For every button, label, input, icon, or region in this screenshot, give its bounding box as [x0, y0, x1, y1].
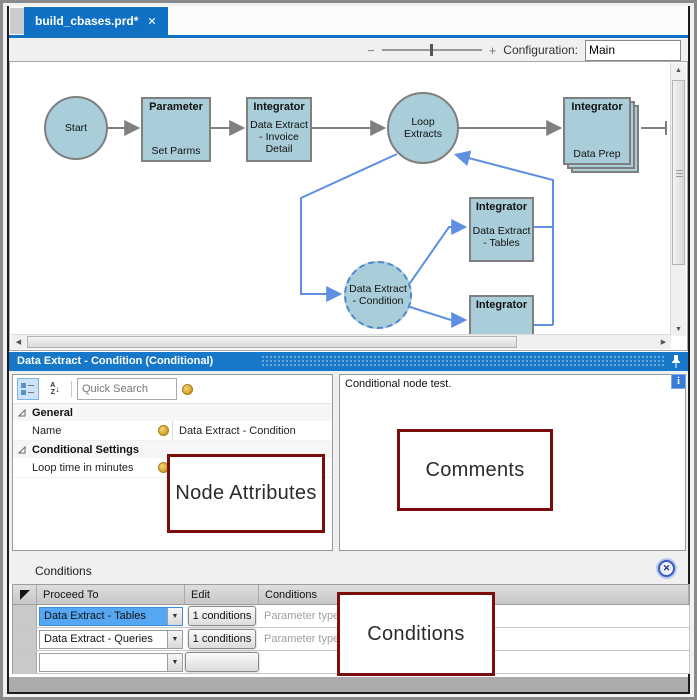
conditions-section-title: Conditions: [35, 564, 92, 578]
callout-label: Node Attributes: [175, 482, 316, 505]
select-all-triangle-icon: [19, 589, 31, 601]
chevron-down-icon[interactable]: ▼: [167, 608, 182, 625]
node-set-parms[interactable]: Parameter Set Parms: [141, 97, 211, 162]
node-label: [471, 311, 532, 335]
node-label: Data Extract - Tables: [471, 213, 532, 260]
quick-search-input[interactable]: [77, 378, 177, 400]
configuration-input[interactable]: [585, 40, 681, 61]
conditions-panel-filler: [9, 677, 688, 692]
zoom-slider[interactable]: [382, 49, 482, 51]
property-label: Loop time in minutes: [13, 462, 154, 474]
vertical-scroll-thumb[interactable]: [672, 80, 685, 265]
property-label: Name: [13, 425, 154, 437]
diagram-canvas: Start Parameter Set Parms Integrator Dat…: [9, 61, 688, 351]
scroll-down-icon[interactable]: ▼: [671, 322, 686, 336]
tab-strip-spacer: [10, 8, 24, 34]
node-type-label: Integrator: [471, 297, 532, 311]
node-loop-extracts[interactable]: Loop Extracts: [387, 92, 459, 164]
node-label: Set Parms: [143, 145, 209, 160]
collapse-triangle-icon: [18, 409, 26, 417]
category-label: Conditional Settings: [32, 444, 139, 456]
edit-conditions-button[interactable]: 1 conditions: [188, 606, 256, 626]
row-selector[interactable]: [13, 628, 37, 650]
horizontal-scroll-thumb[interactable]: [27, 336, 517, 348]
comments-callout: Comments: [397, 429, 553, 511]
canvas-vertical-scrollbar[interactable]: ▲ ▼: [670, 63, 686, 336]
row-selector-header[interactable]: [13, 585, 37, 604]
node-label: Data Extract - Invoice Detail: [248, 113, 310, 160]
tab-title: build_cbases.prd*: [35, 14, 138, 28]
categorized-view-icon: [21, 382, 35, 396]
node-label: Data Extract - Condition: [349, 283, 407, 307]
edit-conditions-button[interactable]: [185, 652, 259, 672]
conditions-placeholder: Parameter type: [259, 610, 339, 622]
node-data-extract-invoice-detail[interactable]: Integrator Data Extract - Invoice Detail: [246, 97, 312, 162]
column-header-edit[interactable]: Edit: [185, 585, 259, 604]
node-label: Loop Extracts: [404, 116, 442, 140]
category-general[interactable]: General: [13, 404, 332, 421]
property-grid-toolbar: AZ ↓: [13, 375, 332, 404]
node-type-label: Integrator: [471, 199, 532, 213]
proceed-to-dropdown[interactable]: Data Extract - Tables ▼: [39, 607, 183, 626]
conditions-section-header: Conditions ✕: [9, 551, 688, 584]
properties-panel-header: Data Extract - Condition (Conditional): [9, 352, 688, 371]
callout-label: Conditions: [367, 623, 465, 646]
conditions-callout: Conditions: [337, 592, 495, 676]
tab-build-cbases[interactable]: build_cbases.prd* ✕: [24, 7, 168, 35]
canvas-horizontal-scrollbar[interactable]: ◀ ▶: [11, 334, 671, 349]
app-window: build_cbases.prd* ✕ − + Configuration:: [0, 0, 697, 700]
scroll-grip: [676, 173, 683, 174]
node-data-extract-tables[interactable]: Integrator Data Extract - Tables: [469, 197, 534, 262]
collapse-triangle-icon: [18, 446, 26, 454]
row-selector[interactable]: [13, 605, 37, 627]
node-label: Data Prep: [565, 148, 629, 163]
property-value[interactable]: Data Extract - Condition: [172, 421, 332, 440]
chevron-down-icon[interactable]: ▼: [167, 654, 182, 671]
proceed-to-dropdown[interactable]: Data Extract - Queries ▼: [39, 630, 183, 649]
chevron-down-icon[interactable]: ▼: [167, 631, 182, 648]
node-start[interactable]: Start: [44, 96, 108, 160]
toolbar-separator: [71, 381, 72, 397]
zoom-in-icon[interactable]: +: [489, 43, 497, 58]
node-type-label: Integrator: [565, 99, 629, 113]
diagram-toolbar: − + Configuration:: [9, 38, 688, 62]
modified-indicator-icon: [182, 384, 193, 395]
dropdown-value: Data Extract - Tables: [40, 610, 167, 622]
tab-close-icon[interactable]: ✕: [147, 15, 156, 28]
edit-conditions-button[interactable]: 1 conditions: [188, 629, 256, 649]
node-data-prep[interactable]: Integrator Data Prep: [563, 97, 631, 165]
app-content: build_cbases.prd* ✕ − + Configuration:: [7, 6, 690, 694]
node-data-extract-condition[interactable]: Data Extract - Condition: [344, 261, 412, 329]
zoom-out-icon[interactable]: −: [367, 43, 375, 58]
conditions-placeholder: Parameter type: [259, 633, 339, 645]
callout-label: Comments: [425, 459, 524, 482]
column-header-proceed-to[interactable]: Proceed To: [37, 585, 185, 604]
close-conditions-icon[interactable]: ✕: [658, 560, 675, 577]
tab-strip: build_cbases.prd* ✕: [9, 6, 688, 35]
sort-arrow-icon: ↓: [55, 384, 60, 394]
node-attributes-callout: Node Attributes: [167, 454, 325, 533]
property-row-name[interactable]: Name Data Extract - Condition: [13, 421, 332, 441]
node-type-label: Parameter: [143, 99, 209, 113]
comments-text: Conditional node test.: [340, 375, 685, 393]
dropdown-value: Data Extract - Queries: [40, 633, 167, 645]
node-data-extract-queries[interactable]: Integrator: [469, 295, 534, 335]
sort-alphabetical-button[interactable]: AZ ↓: [44, 378, 66, 400]
zoom-slider-thumb[interactable]: [430, 44, 433, 56]
scroll-up-icon[interactable]: ▲: [671, 63, 686, 77]
diagram-view[interactable]: Start Parameter Set Parms Integrator Dat…: [11, 63, 671, 335]
node-label: Start: [65, 122, 87, 134]
properties-panel-title: Data Extract - Condition (Conditional): [17, 355, 213, 367]
modified-indicator-icon: [158, 425, 169, 436]
row-selector[interactable]: [13, 651, 37, 673]
node-type-label: Integrator: [248, 99, 310, 113]
category-label: General: [32, 407, 73, 419]
proceed-to-dropdown[interactable]: ▼: [39, 653, 183, 672]
scroll-left-icon[interactable]: ◀: [11, 335, 26, 348]
categorize-button[interactable]: [17, 378, 39, 400]
scroll-right-icon[interactable]: ▶: [656, 335, 671, 348]
panel-header-texture: [261, 355, 664, 368]
info-icon[interactable]: i: [671, 374, 686, 389]
configuration-label: Configuration:: [503, 43, 578, 57]
